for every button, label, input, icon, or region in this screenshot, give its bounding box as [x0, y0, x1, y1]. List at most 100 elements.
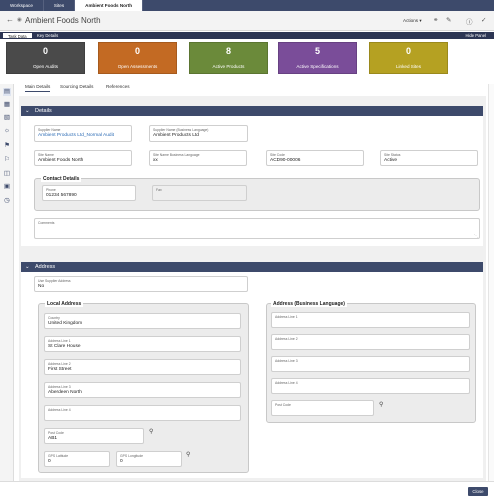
field-label: Site Name Business Language [153, 153, 200, 157]
bl-post-code-field[interactable]: Post Code [271, 400, 374, 416]
use-supplier-address-field[interactable]: Use Supplier Address No [34, 276, 248, 292]
report-icon[interactable]: ▧ [3, 114, 11, 122]
kpi-linked-sites[interactable]: 0 Linked Sites [369, 42, 448, 74]
sites-icon[interactable]: ◫ [3, 170, 11, 178]
kpi-value: 8 [225, 46, 231, 56]
details-section-header[interactable]: ⌄ Details [21, 106, 483, 116]
field-label: Site Name [38, 153, 54, 157]
flag-icon[interactable]: ⚑ [3, 142, 11, 150]
supplier-name-link[interactable]: Ambient Products Ltd_Normal Audit [38, 133, 114, 138]
actions-menu[interactable]: Actions ▾ [403, 18, 422, 24]
address-line-3-field[interactable]: Address Line 3 Aberdeen North [44, 382, 241, 398]
field-value: 0 [120, 459, 123, 464]
link-icon[interactable]: ⚭ [433, 16, 438, 24]
gps-longitude-field[interactable]: GPS Longitude 0 [116, 451, 182, 467]
details-icon[interactable]: ▤ [3, 88, 11, 96]
resize-handle-icon[interactable]: ⋱ [474, 233, 478, 238]
field-value: No [38, 284, 45, 289]
field-label: Phone [46, 188, 56, 192]
field-label: Address Line 1 [48, 339, 71, 343]
field-value: Ambient Products Ltd [153, 133, 199, 138]
site-name-bl-field[interactable]: Site Name Business Language xx [149, 150, 247, 166]
field-value: 0 [48, 459, 51, 464]
field-value: Ambient Foods North [38, 158, 84, 163]
field-value: Active [384, 158, 398, 163]
eye-icon[interactable]: ◉ [17, 17, 22, 23]
bl-address-line-4-field[interactable]: Address Line 4 [271, 378, 470, 394]
field-label: Fax [156, 188, 162, 192]
phone-field[interactable]: Phone 01234 567890 [42, 185, 136, 201]
check-icon[interactable]: ✓ [481, 16, 486, 24]
group-title: Contact Details [41, 176, 82, 182]
tab-sites[interactable]: Sites [44, 0, 76, 11]
bl-address-line-1-field[interactable]: Address Line 1 [271, 312, 470, 328]
map-pin-icon[interactable]: ⚲ [379, 401, 383, 408]
map-pin-icon[interactable]: ⚲ [149, 428, 153, 435]
tab-task-data[interactable]: Task Data [2, 32, 33, 39]
field-label: Address Line 4 [48, 408, 71, 412]
address-line-1-field[interactable]: Address Line 1 St Clare House [44, 336, 241, 352]
comments-field[interactable]: Comments ⋱ [34, 218, 480, 239]
tab-sourcing-details[interactable]: Sourcing Details [60, 84, 93, 89]
field-value: ACD90-00006 [270, 158, 301, 163]
tab-ambient-foods-north[interactable]: Ambient Foods North [75, 0, 144, 11]
document-icon[interactable]: ▦ [3, 101, 11, 109]
group-title: Local Address [45, 301, 84, 307]
info-icon[interactable]: ⓘ [466, 16, 473, 26]
map-pin-icon[interactable]: ⚲ [186, 451, 190, 458]
field-label: Address Line 3 [48, 385, 71, 389]
kpi-value: 0 [405, 46, 411, 56]
team-icon[interactable]: ☼ [3, 127, 11, 135]
address-line-2-field[interactable]: Address Line 2 First Street [44, 359, 241, 375]
kpi-open-audits[interactable]: 0 Open Audits [6, 42, 85, 74]
kpi-value: 0 [42, 46, 48, 56]
country-field[interactable]: Country United Kingdom [44, 313, 241, 329]
kpi-open-assessments[interactable]: 0 Open Assessments [98, 42, 177, 74]
bl-address-line-3-field[interactable]: Address Line 3 [271, 356, 470, 372]
back-arrow-icon[interactable]: ← [6, 15, 14, 24]
kpi-value: 5 [314, 46, 320, 56]
field-label: Use Supplier Address [38, 279, 71, 283]
address-section-header[interactable]: ⌄ Address [21, 262, 483, 272]
field-label: Address Line 3 [275, 359, 298, 363]
kpi-active-products[interactable]: 8 Active Products [189, 42, 268, 74]
site-name-field[interactable]: Site Name Ambient Foods North [34, 150, 132, 166]
kpi-label: Open Audits [32, 64, 59, 69]
flag-outline-icon[interactable]: ⚐ [3, 156, 11, 164]
scrollbar[interactable] [488, 84, 494, 487]
close-button[interactable]: Close [468, 487, 488, 496]
field-label: GPS Longitude [120, 454, 143, 458]
address-line-4-field[interactable]: Address Line 4 [44, 405, 241, 421]
site-code-field[interactable]: Site Code ACD90-00006 [266, 150, 364, 166]
stack-icon[interactable]: ▣ [3, 183, 11, 191]
section-title: Address [35, 264, 56, 270]
history-icon[interactable]: ◷ [3, 197, 11, 205]
kpi-active-specifications[interactable]: 5 Active Specifications [278, 42, 357, 74]
edit-icon[interactable]: ✎ [446, 16, 451, 24]
site-status-field[interactable]: Site Status Active [380, 150, 478, 166]
bl-address-line-2-field[interactable]: Address Line 2 [271, 334, 470, 350]
field-value: 01234 567890 [46, 193, 77, 198]
kpi-label: Open Assessments [117, 64, 158, 69]
kpi-value: 0 [134, 46, 140, 56]
group-title: Address (Business Language) [271, 301, 347, 307]
gps-latitude-field[interactable]: GPS Latitude 0 [44, 451, 110, 467]
kpi-label: Active Products [212, 64, 245, 69]
field-label: Address Line 4 [275, 381, 298, 385]
supplier-name-bl-field[interactable]: Supplier Name (Business Language) Ambien… [149, 125, 248, 142]
tab-main-details[interactable]: Main Details [25, 84, 51, 92]
hide-panel-link[interactable]: Hide Panel [466, 32, 487, 39]
post-code-field[interactable]: Post Code AB1 [44, 428, 144, 444]
field-label: Supplier Name [38, 128, 61, 132]
field-label: Site Status [384, 153, 401, 157]
supplier-name-field[interactable]: Supplier Name Ambient Products Ltd_Norma… [34, 125, 132, 142]
panel-tab-bar: Task Data Key Details Hide Panel [0, 32, 494, 39]
section-title: Details [35, 108, 52, 114]
tab-key-details[interactable]: Key Details [32, 32, 63, 39]
field-value: xx [153, 158, 158, 163]
fax-field[interactable]: Fax [152, 185, 247, 201]
tab-references[interactable]: References [106, 84, 130, 89]
kpi-label: Active Specifications [296, 64, 339, 69]
field-value: St Clare House [48, 344, 81, 349]
tab-workspace[interactable]: Workspace [0, 0, 44, 11]
